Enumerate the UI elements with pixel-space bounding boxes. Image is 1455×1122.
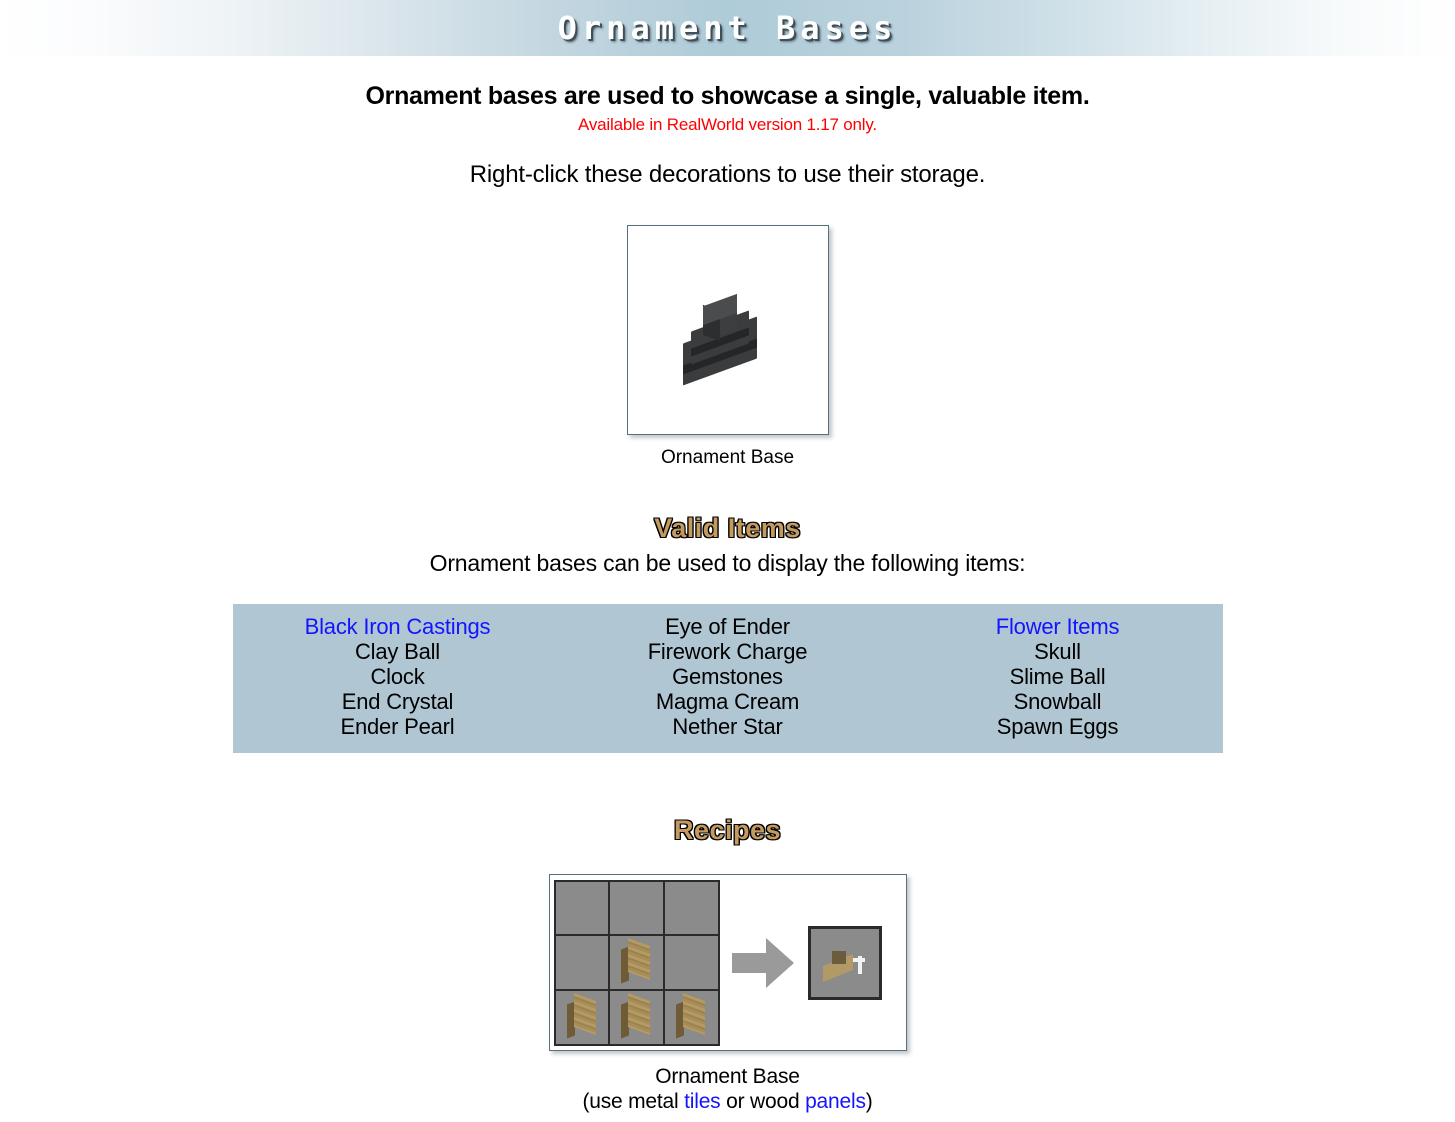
- valid-items-heading: Valid Items: [654, 513, 801, 543]
- craft-cell-1-1: [610, 936, 663, 989]
- item-gemstones: Gemstones: [672, 664, 783, 689]
- intro-lead-text: Ornament bases are used to showcase a si…: [365, 82, 1090, 110]
- usage-hint-text: Right-click these decorations to use the…: [469, 161, 986, 188]
- item-end-crystal: End Crystal: [341, 689, 454, 714]
- link-panels[interactable]: panels: [805, 1090, 866, 1113]
- craft-cell-2-2: [664, 990, 718, 1044]
- items-column-1: Black Iron Castings Clay Ball Clock End …: [233, 614, 563, 739]
- output-cube: [831, 950, 846, 964]
- recipes-section: Recipes Ornament Base (use metal tiles o…: [0, 815, 1455, 1114]
- items-column-2: Eye of Ender Firework Charge Gemstones M…: [563, 614, 893, 739]
- caption-prefix: (use metal: [582, 1090, 685, 1113]
- recipe-output-name: Ornament Base: [655, 1065, 800, 1088]
- wood-panel-face: [628, 993, 651, 1036]
- item-link-black-iron-castings[interactable]: Black Iron Castings: [233, 614, 563, 639]
- ornament-base-pedestal-icon: [673, 290, 783, 386]
- item-snowball: Snowball: [1013, 689, 1102, 714]
- version-note: Available in RealWorld version 1.17 only…: [578, 115, 877, 134]
- recipe-caption: Ornament Base (use metal tiles or wood p…: [0, 1064, 1455, 1114]
- showcase-caption: Ornament Base: [660, 447, 795, 468]
- wood-panel-icon: [566, 993, 598, 1039]
- item-slime-ball: Slime Ball: [1009, 664, 1106, 689]
- item-firework-charge: Firework Charge: [647, 639, 808, 664]
- craft-cell-2-0: [555, 990, 609, 1044]
- item-nether-star: Nether Star: [672, 714, 783, 739]
- valid-items-section: Valid Items Ornament bases can be used t…: [0, 513, 1455, 753]
- page-title: Ornament Bases: [557, 9, 898, 47]
- craft-cell-2-1: [610, 990, 663, 1044]
- item-clay-ball: Clay Ball: [354, 639, 440, 664]
- item-ender-pearl: Ender Pearl: [340, 714, 455, 739]
- wood-panel-icon: [620, 938, 652, 984]
- caption-suffix: ): [865, 1090, 873, 1113]
- craft-cell-0-1: [610, 881, 663, 935]
- item-eye-of-ender: Eye of Ender: [665, 614, 790, 639]
- arrow-shaft: [731, 952, 768, 973]
- recipe-output-slot: [807, 925, 882, 1000]
- caption-middle: or wood: [720, 1090, 806, 1113]
- output-accent-b: [857, 955, 862, 974]
- item-clock: Clock: [370, 664, 425, 689]
- item-spawn-eggs: Spawn Eggs: [996, 714, 1119, 739]
- recipes-heading: Recipes: [673, 815, 782, 845]
- wood-panel-face: [573, 993, 596, 1036]
- valid-items-subtitle: Ornament bases can be used to display th…: [429, 550, 1026, 576]
- item-magma-cream: Magma Cream: [655, 689, 800, 714]
- page-banner: Ornament Bases: [0, 0, 1455, 56]
- recipe-materials-note: (use metal tiles or wood panels): [0, 1089, 1455, 1114]
- ornament-base-small-icon: [821, 946, 869, 982]
- showcase-figure: Ornament Base: [0, 225, 1455, 469]
- wood-panel-face: [683, 993, 706, 1036]
- arrow-head: [765, 937, 794, 988]
- arrow-right-icon: [731, 937, 798, 989]
- recipe-card: [548, 874, 907, 1051]
- craft-cell-1-0: [555, 936, 609, 989]
- wood-panel-icon: [675, 993, 707, 1039]
- wood-panel-icon: [620, 993, 652, 1039]
- items-column-3: Flower Items Skull Slime Ball Snowball S…: [893, 614, 1223, 739]
- intro-section: Ornament bases are used to showcase a si…: [0, 82, 1455, 189]
- item-skull: Skull: [1034, 639, 1081, 664]
- valid-items-panel: Black Iron Castings Clay Ball Clock End …: [232, 604, 1223, 753]
- craft-cell-0-2: [664, 881, 718, 935]
- wood-panel-face: [628, 938, 651, 981]
- craft-cell-0-0: [555, 881, 609, 935]
- craft-cell-1-2: [664, 936, 718, 989]
- link-tiles[interactable]: tiles: [684, 1090, 721, 1113]
- crafting-grid: [553, 879, 720, 1046]
- ornament-base-image-card: [626, 225, 829, 435]
- item-link-flower-items[interactable]: Flower Items: [893, 614, 1223, 639]
